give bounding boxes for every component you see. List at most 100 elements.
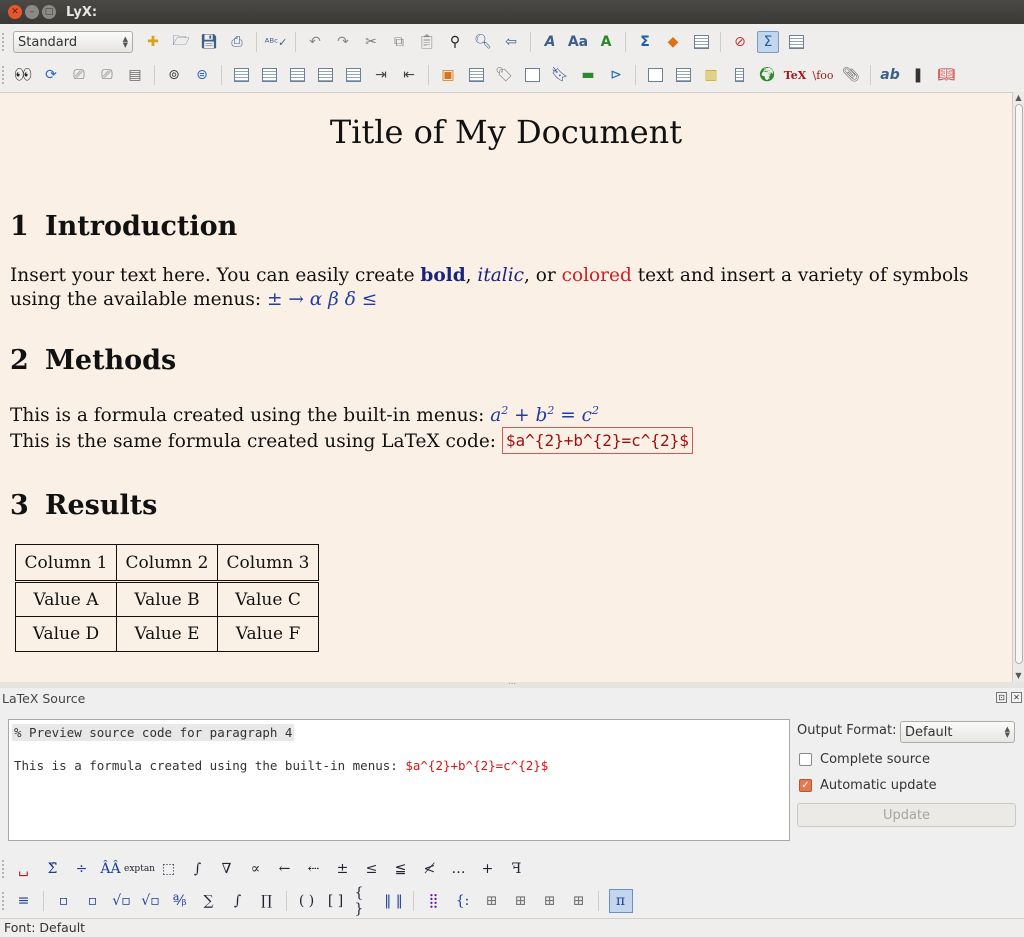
note-icon[interactable]: ▥: [700, 64, 722, 86]
table-cell[interactable]: Value E: [116, 616, 218, 652]
emphasis-icon[interactable]: A: [539, 31, 561, 53]
find-replace-icon[interactable]: 🔍︎: [472, 31, 494, 53]
cross-ref-icon[interactable]: [521, 64, 543, 86]
hyperlink-icon[interactable]: ⊳: [605, 64, 627, 86]
output-format-select[interactable]: Default ▲ ▼: [900, 721, 1015, 743]
automatic-update-checkbox[interactable]: ✓: [799, 779, 812, 792]
math-dashed-arrows-icon[interactable]: ⇠: [304, 859, 324, 879]
footnote-icon[interactable]: [644, 64, 666, 86]
math-delimiters-icon[interactable]: ⬚: [159, 859, 179, 879]
ert-latex-code[interactable]: $a^{2}+b^{2}=c^{2}$: [501, 427, 693, 454]
scroll-down-icon[interactable]: ▼: [1013, 670, 1024, 682]
scrollbar-thumb[interactable]: [1015, 104, 1023, 664]
depth-decrease-icon[interactable]: ⇤: [398, 64, 420, 86]
math-relations2-icon[interactable]: ≦: [391, 859, 411, 879]
latex-source-view[interactable]: % Preview source code for paragraph 4 Th…: [8, 719, 790, 841]
update-master-icon[interactable]: ⎚: [96, 64, 118, 86]
math-delete-row-icon[interactable]: ⊞: [540, 891, 560, 911]
update-button[interactable]: Update: [797, 803, 1016, 827]
insert-figure-icon[interactable]: ▣: [437, 64, 459, 86]
toggle-source-icon[interactable]: Σ: [757, 31, 779, 53]
math-norm-icon[interactable]: ‖ ‖: [384, 891, 404, 911]
complete-source-option[interactable]: Complete source: [799, 752, 930, 767]
panel-float-icon[interactable]: ⊡: [996, 692, 1007, 703]
math-int-icon[interactable]: ∫: [228, 891, 248, 911]
attach-icon[interactable]: 📎︎: [840, 64, 862, 86]
new-document-icon[interactable]: ✚: [142, 31, 164, 53]
math-nabla-icon[interactable]: ∇: [217, 859, 237, 879]
math-add-column-icon[interactable]: ⊞: [511, 891, 531, 911]
navigate-icon[interactable]: ⊘: [729, 31, 751, 53]
cut-icon[interactable]: ✂: [360, 31, 382, 53]
math-operators-icon[interactable]: Σ̂: [43, 859, 63, 879]
panel-close-icon[interactable]: ✕: [1011, 692, 1022, 703]
window-close-button[interactable]: ✕: [8, 5, 22, 19]
math-integral-icon[interactable]: ∫: [188, 859, 208, 879]
math-binary-ops-icon[interactable]: ±: [333, 859, 353, 879]
noun-icon[interactable]: Aa: [567, 31, 589, 53]
math-superscript-icon[interactable]: ▫: [83, 891, 103, 911]
book-icon[interactable]: 📖︎: [935, 64, 957, 86]
refresh-preview-icon[interactable]: ⊜: [191, 64, 213, 86]
document-workarea[interactable]: Title of My Document 1 Introduction Inse…: [0, 92, 1012, 682]
math-icon[interactable]: Σ: [634, 31, 656, 53]
math-root-icon[interactable]: √▫: [141, 891, 161, 911]
math-brackets-icon[interactable]: [ ]: [326, 891, 346, 911]
table-header-cell[interactable]: Column 2: [116, 544, 218, 583]
math-negations-icon[interactable]: ≮: [420, 859, 440, 879]
view-icon[interactable]: 👀︎: [12, 64, 34, 86]
find-icon[interactable]: ⚲: [444, 31, 466, 53]
copy-icon[interactable]: ⧉: [388, 31, 410, 53]
math-fraction-icon[interactable]: ª⁄ᵦ: [170, 891, 190, 911]
math-arrows-icon[interactable]: ←: [275, 859, 295, 879]
automatic-update-option[interactable]: ✓ Automatic update: [799, 778, 937, 793]
math-sqrt-icon[interactable]: √▫: [112, 891, 132, 911]
index-icon[interactable]: ▬: [577, 64, 599, 86]
table-cell[interactable]: Value D: [15, 616, 117, 652]
print-icon[interactable]: ⎙: [226, 31, 248, 53]
view-master-icon[interactable]: ⎚: [68, 64, 90, 86]
math-space-icon[interactable]: ␣: [14, 859, 34, 879]
open-icon[interactable]: 🗁: [170, 31, 192, 53]
math-misc-icon[interactable]: +: [478, 859, 498, 879]
math-styles-icon[interactable]: ÂÂ: [100, 859, 120, 879]
math-product-icon[interactable]: ∏: [257, 891, 277, 911]
scroll-up-icon[interactable]: ▲: [1013, 92, 1024, 104]
insert-graphics-icon[interactable]: ◆: [662, 31, 684, 53]
table-header-cell[interactable]: Column 1: [15, 544, 117, 583]
toolbar-grip[interactable]: [2, 33, 6, 51]
go-back-icon[interactable]: ⇦: [500, 31, 522, 53]
math-braces-icon[interactable]: { }: [355, 885, 375, 917]
insert-table-icon[interactable]: [690, 31, 712, 53]
description-icon[interactable]: [314, 64, 336, 86]
thesaurus-icon[interactable]: ❚: [907, 64, 929, 86]
citation-icon[interactable]: 🔖︎: [549, 64, 571, 86]
numbered-list-icon[interactable]: [258, 64, 280, 86]
math-display-icon[interactable]: ≡: [14, 891, 34, 911]
undo-icon[interactable]: ↶: [304, 31, 326, 53]
window-minimize-button[interactable]: –: [25, 5, 39, 19]
align-left-icon[interactable]: [230, 64, 252, 86]
margin-note-icon[interactable]: [672, 64, 694, 86]
table-cell[interactable]: Value B: [116, 581, 218, 617]
paragraph-style-select[interactable]: Standard ▲ ▼: [13, 31, 133, 53]
math-formula[interactable]: a2 + b2 = c2: [490, 404, 599, 426]
view-other-icon[interactable]: ▤: [124, 64, 146, 86]
math-dots-icon[interactable]: …: [449, 859, 469, 879]
math-subscript-icon[interactable]: ▫: [54, 891, 74, 911]
itemize-icon[interactable]: [286, 64, 308, 86]
math-delete-column-icon[interactable]: ⊞: [569, 891, 589, 911]
spelling-icon[interactable]: ab: [879, 64, 901, 86]
math-cases-icon[interactable]: {:: [453, 891, 473, 911]
vfoo-icon[interactable]: \foo: [812, 64, 834, 86]
toggle-outline-icon[interactable]: [785, 31, 807, 53]
panel-splitter[interactable]: ⋯: [0, 680, 1024, 688]
toolbar-grip[interactable]: [2, 66, 6, 84]
toolbar-grip[interactable]: [2, 860, 6, 878]
math-font-icon[interactable]: ꟻ: [507, 859, 527, 879]
table-cell[interactable]: Value C: [217, 581, 319, 617]
math-greek-icon[interactable]: ∝: [246, 859, 266, 879]
math-frac-icon[interactable]: ÷: [72, 859, 92, 879]
paste-icon[interactable]: 📋︎: [416, 31, 438, 53]
insert-table-float-icon[interactable]: [465, 64, 487, 86]
